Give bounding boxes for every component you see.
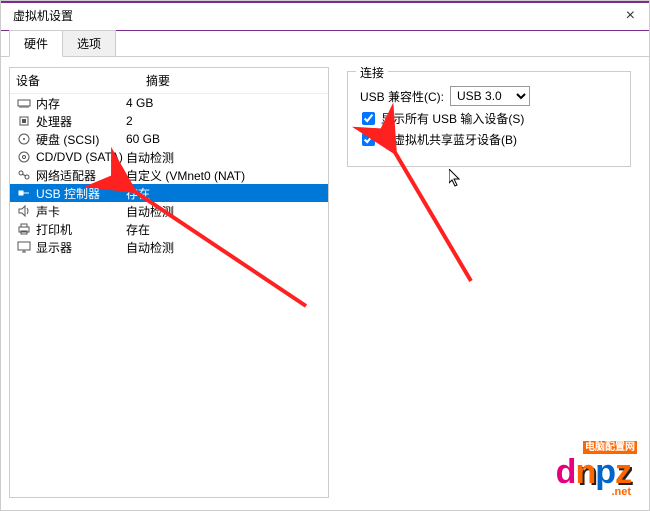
watermark: 电脑配置网 dnpz .net <box>556 453 631 498</box>
col-device: 设备 <box>16 72 146 89</box>
list-header: 设备 摘要 <box>10 68 328 94</box>
window-title: 虚拟机设置 <box>9 7 73 24</box>
show-all-checkbox[interactable] <box>362 112 375 125</box>
settings-panel: 连接 USB 兼容性(C): USB 3.0 显示所有 USB 输入设备(S) … <box>337 67 641 498</box>
cpu-icon <box>16 114 32 128</box>
share-bt-checkbox[interactable] <box>362 133 375 146</box>
cddvd-icon <box>16 150 32 164</box>
disk-icon <box>16 132 32 146</box>
device-network[interactable]: 网络适配器 自定义 (VMnet0 (NAT) <box>10 166 328 184</box>
printer-icon <box>16 222 32 236</box>
close-icon[interactable]: × <box>620 7 641 25</box>
device-cpu[interactable]: 处理器 2 <box>10 112 328 130</box>
show-all-label: 显示所有 USB 输入设备(S) <box>381 110 524 127</box>
device-panel: 设备 摘要 内存 4 GB 处理器 2 硬盘 (S <box>9 67 329 498</box>
device-disk[interactable]: 硬盘 (SCSI) 60 GB <box>10 130 328 148</box>
sound-icon <box>16 204 32 218</box>
cursor-icon <box>449 169 465 189</box>
watermark-tag: 电脑配置网 <box>583 441 637 454</box>
usb-icon <box>16 186 32 200</box>
show-all-row: 显示所有 USB 输入设备(S) <box>362 110 618 127</box>
memory-icon <box>16 96 32 110</box>
share-bt-row: 与虚拟机共享蓝牙设备(B) <box>362 131 618 148</box>
tab-hardware[interactable]: 硬件 <box>9 30 63 57</box>
device-list: 内存 4 GB 处理器 2 硬盘 (SCSI) 60 GB <box>10 94 328 497</box>
tabs: 硬件 选项 <box>1 31 649 57</box>
network-icon <box>16 168 32 182</box>
col-summary: 摘要 <box>146 72 322 89</box>
device-display[interactable]: 显示器 自动检测 <box>10 238 328 256</box>
device-memory[interactable]: 内存 4 GB <box>10 94 328 112</box>
content: 设备 摘要 内存 4 GB 处理器 2 硬盘 (S <box>1 57 649 508</box>
usb-compat-row: USB 兼容性(C): USB 3.0 <box>360 86 618 106</box>
device-printer[interactable]: 打印机 存在 <box>10 220 328 238</box>
device-sound[interactable]: 声卡 自动检测 <box>10 202 328 220</box>
titlebar: 虚拟机设置 × <box>1 1 649 31</box>
display-icon <box>16 240 32 254</box>
share-bt-label: 与虚拟机共享蓝牙设备(B) <box>381 131 517 148</box>
usb-compat-label: USB 兼容性(C): <box>360 88 444 105</box>
group-title: 连接 <box>356 64 388 81</box>
device-cddvd[interactable]: CD/DVD (SATA) 自动检测 <box>10 148 328 166</box>
usb-compat-select[interactable]: USB 3.0 <box>450 86 530 106</box>
device-usb[interactable]: USB 控制器 存在 <box>10 184 328 202</box>
connection-group: 连接 USB 兼容性(C): USB 3.0 显示所有 USB 输入设备(S) … <box>347 71 631 167</box>
tab-options[interactable]: 选项 <box>62 30 116 56</box>
